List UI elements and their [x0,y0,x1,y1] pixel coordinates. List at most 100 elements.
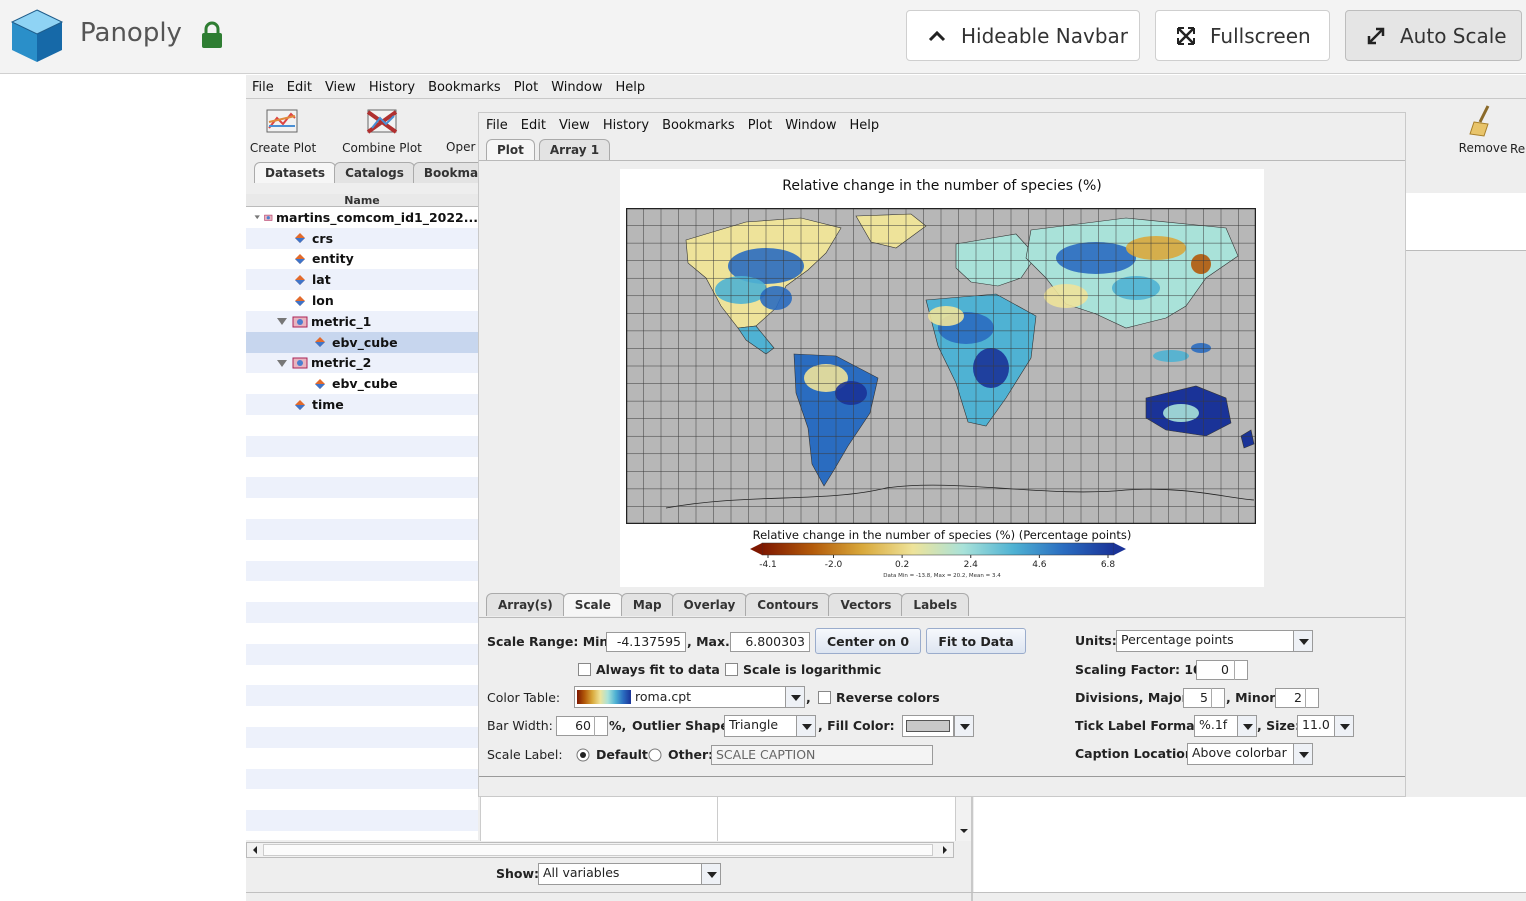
menu-history[interactable]: History [369,80,415,95]
outlier-shape-select[interactable]: Triangle [724,715,798,737]
show-label: Show: [496,866,540,881]
reverse-colors-checkbox[interactable] [818,691,831,704]
tree-row-crs[interactable]: crs [246,227,478,249]
scale-max-input[interactable]: 6.800303 [730,632,810,652]
tree-row-entity[interactable]: entity [246,249,478,270]
tree-row-time[interactable]: time [246,394,478,415]
tree-row-lon[interactable]: lon [246,290,478,311]
menu-file[interactable]: File [252,80,274,95]
tree-row-empty [246,789,478,810]
tree-column-header[interactable]: Name [246,194,478,207]
plot-menu-help[interactable]: Help [849,118,879,133]
units-select[interactable]: Percentage points [1116,630,1294,652]
tree-row-ebv-cube[interactable]: ebv_cube [246,331,478,353]
tab-overlay[interactable]: Overlay [671,593,748,616]
expand-toggle-icon[interactable] [254,212,260,222]
vertical-scrollbar[interactable] [955,797,971,841]
expand-toggle-icon[interactable] [276,358,288,368]
horizontal-scrollbar[interactable] [246,842,954,858]
hideable-navbar-button[interactable]: Hideable Navbar [906,10,1140,61]
auto-scale-button[interactable]: Auto Scale [1345,10,1522,61]
tree-row-ebv-cube[interactable]: ebv_cube [246,373,478,394]
always-fit-label: Always fit to data [596,662,720,677]
color-table-dropdown-arrow[interactable] [785,686,805,708]
tree-row-metric-2[interactable]: metric_2 [246,352,478,374]
scroll-right-icon[interactable] [939,843,951,857]
caption-location-label: Caption Location: [1075,746,1199,761]
always-fit-checkbox[interactable] [578,663,591,676]
remove-button[interactable]: Remove [1452,104,1514,155]
bar-width-spinner[interactable] [594,716,606,736]
tick-size-select[interactable]: 11.0 [1297,715,1335,737]
tab-vectors[interactable]: Vectors [828,593,904,616]
tab-map[interactable]: Map [620,593,674,616]
color-table-select[interactable]: roma.cpt [574,686,786,708]
plot-menu-edit[interactable]: Edit [521,118,546,133]
world-map[interactable] [626,208,1256,524]
show-dropdown-arrow[interactable] [701,863,721,885]
north-america-data-patch [715,276,767,304]
fill-color-select[interactable] [902,715,954,737]
log-scale-checkbox[interactable] [725,663,738,676]
fit-to-data-button[interactable]: Fit to Data [926,628,1026,654]
fullscreen-button[interactable]: Fullscreen [1155,10,1330,61]
scaling-factor-spinner[interactable] [1234,660,1246,680]
menu-plot[interactable]: Plot [514,80,539,95]
tab-bookmarks[interactable]: Bookmarks [412,162,485,183]
tree-row-martins-comcom-id1-2022[interactable]: martins_comcom_id1_2022... [246,207,478,228]
show-select[interactable]: All variables [538,863,702,885]
tab-scale[interactable]: Scale [562,593,623,616]
expand-toggle-icon[interactable] [276,316,288,326]
tick-size-label: , Size: [1257,718,1301,733]
expand-diagonal-icon [1367,27,1385,44]
caption-location-select[interactable]: Above colorbar [1187,743,1295,765]
tree-row-lat[interactable]: lat [246,269,478,291]
tick-format-dropdown-arrow[interactable] [1237,715,1257,737]
menu-edit[interactable]: Edit [287,80,312,95]
combine-plot-button[interactable]: Combine Plot [340,104,424,155]
tab-arrays[interactable]: Array(s) [486,593,565,616]
tab-catalogs[interactable]: Catalogs [334,162,415,183]
menu-bookmarks[interactable]: Bookmarks [428,80,501,95]
scale-caption-input[interactable]: SCALE CAPTION [711,745,933,765]
colorbar-low-outlier-triangle [750,543,762,555]
plot-menu-plot[interactable]: Plot [748,118,773,133]
plot-menu-file[interactable]: File [486,118,508,133]
outlier-shape-dropdown-arrow[interactable] [796,715,816,737]
units-dropdown-arrow[interactable] [1293,630,1313,652]
scroll-down-icon[interactable] [957,825,971,837]
open-button[interactable]: Oper [446,140,480,154]
plot-menu-bookmarks[interactable]: Bookmarks [662,118,735,133]
tab-contours[interactable]: Contours [745,593,831,616]
menu-window[interactable]: Window [551,80,602,95]
tree-row-empty [246,560,478,582]
caption-location-dropdown-arrow[interactable] [1293,743,1313,765]
menu-help[interactable]: Help [615,80,645,95]
plot-menu-window[interactable]: Window [785,118,836,133]
center-on-zero-button[interactable]: Center on 0 [815,628,921,654]
plot-menu-view[interactable]: View [559,118,590,133]
tab-datasets[interactable]: Datasets [254,162,337,183]
tab-labels[interactable]: Labels [901,593,970,616]
hideable-navbar-label: Hideable Navbar [961,23,1128,48]
percent-label: %, [609,718,627,733]
minor-divisions-spinner[interactable] [1305,688,1317,708]
tick-size-dropdown-arrow[interactable] [1334,715,1354,737]
table-area [480,797,955,841]
other-radio[interactable] [648,748,662,762]
major-divisions-spinner[interactable] [1211,688,1223,708]
default-radio[interactable] [576,748,590,762]
tick-format-select[interactable]: %.1f [1194,715,1238,737]
scroll-thumb[interactable] [263,844,933,856]
fill-color-dropdown-arrow[interactable] [954,715,974,737]
plot-menu-history[interactable]: History [603,118,649,133]
create-plot-button[interactable]: Create Plot [248,104,318,155]
tree-row-label: entity [312,251,354,267]
scroll-left-icon[interactable] [249,843,261,857]
tab-array-1[interactable]: Array 1 [538,139,611,160]
menu-view[interactable]: View [325,80,356,95]
tree-row-metric-1[interactable]: metric_1 [246,310,478,332]
re-button[interactable]: Re [1510,142,1526,156]
scale-min-input[interactable]: -4.137595 [606,632,686,652]
tab-plot[interactable]: Plot [486,139,535,160]
